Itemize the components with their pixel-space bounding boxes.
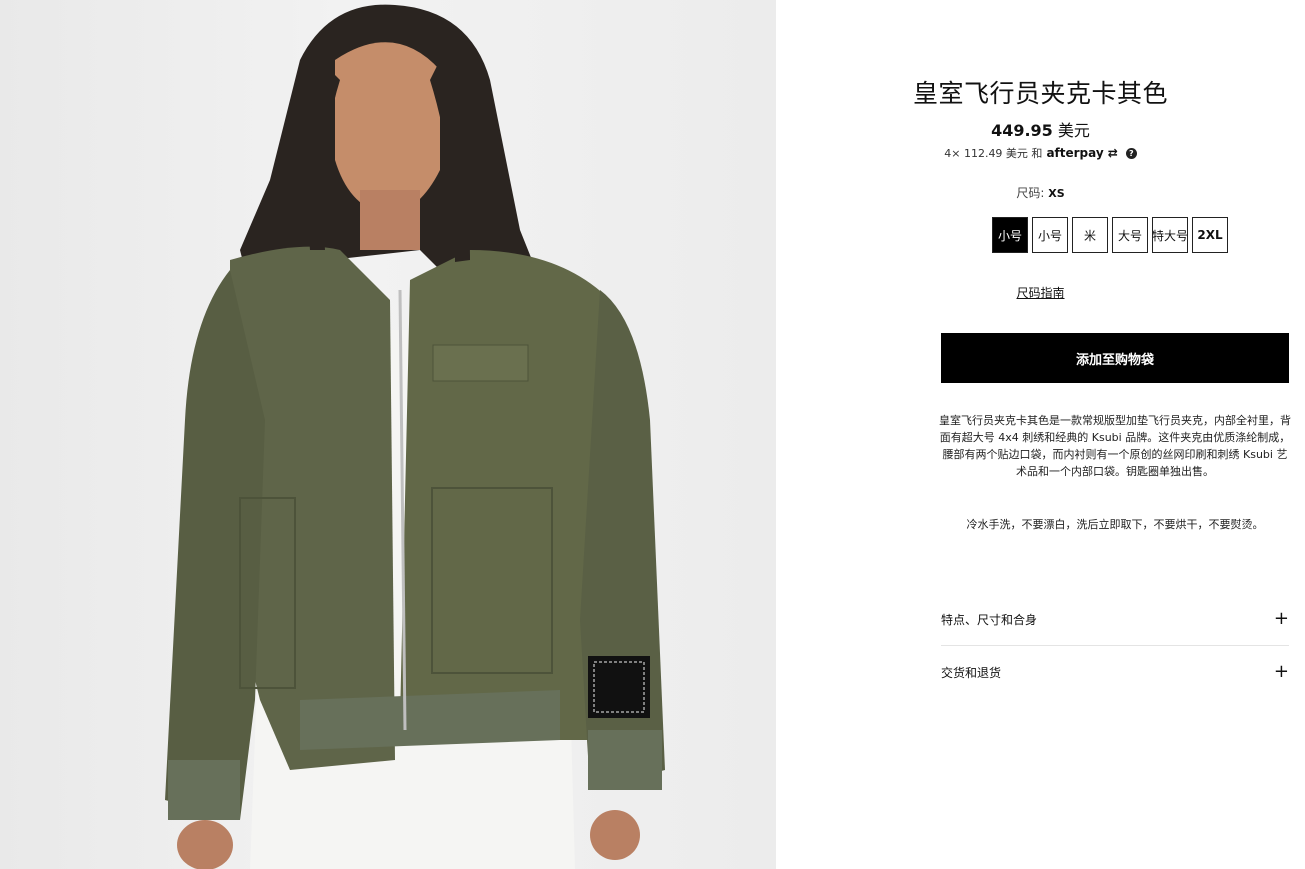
accordion-delivery-label: 交货和退货 [941,665,1002,680]
plus-icon[interactable]: + [1274,663,1289,681]
product-price: 449.95 美元 [776,117,1305,141]
size-option-1[interactable]: 小号 [992,217,1028,253]
size-guide-link[interactable]: 尺码指南 [776,284,1305,301]
accordion-features[interactable]: 特点、尺寸和合身 + [941,593,1289,646]
accordion-features-label: 特点、尺寸和合身 [941,612,1038,627]
product-title: 皇室飞行员夹克卡其色 [912,79,1168,108]
afterpay-arrows-icon: ⇄ [1107,146,1118,160]
size-option-2[interactable]: 小号 [1032,217,1068,253]
size-label: 尺码: [1016,186,1045,200]
help-icon[interactable]: ? [1125,147,1137,159]
size-selection-label: 尺码: XS [776,184,1305,201]
price-amount: 449.95 [991,121,1053,140]
accordion-delivery[interactable]: 交货和退货 + [941,646,1289,698]
installments-text: 4× 112.49 美元 和 [944,147,1043,160]
care-instructions: 冷水手洗，不要漂白，洗后立即取下，不要烘干，不要熨烫。 [966,518,1264,531]
size-option-5[interactable]: 特大号 [1152,217,1188,253]
plus-icon[interactable]: + [1274,610,1289,628]
size-options: 小号 小号 米 大号 特大号 2XL [992,217,1228,253]
product-panel: 皇室飞行员夹克卡其色 449.95 美元 4× 112.49 美元 和 afte… [776,0,1305,869]
size-option-3[interactable]: 米 [1072,217,1108,253]
size-option-6[interactable]: 2XL [1192,217,1228,253]
installments-info: 4× 112.49 美元 和 afterpay ⇄ ? [776,145,1305,161]
add-to-bag-button[interactable]: 添加至购物袋 [941,333,1289,383]
product-image [0,0,776,869]
price-currency: 美元 [1057,121,1090,140]
size-option-4[interactable]: 大号 [1112,217,1148,253]
product-description: 皇室飞行员夹克卡其色是一款常规版型加垫飞行员夹克，内部全衬里，背面有超大号 4x… [939,414,1291,478]
size-selected: XS [1048,187,1065,200]
afterpay-logo[interactable]: afterpay [1046,146,1103,160]
